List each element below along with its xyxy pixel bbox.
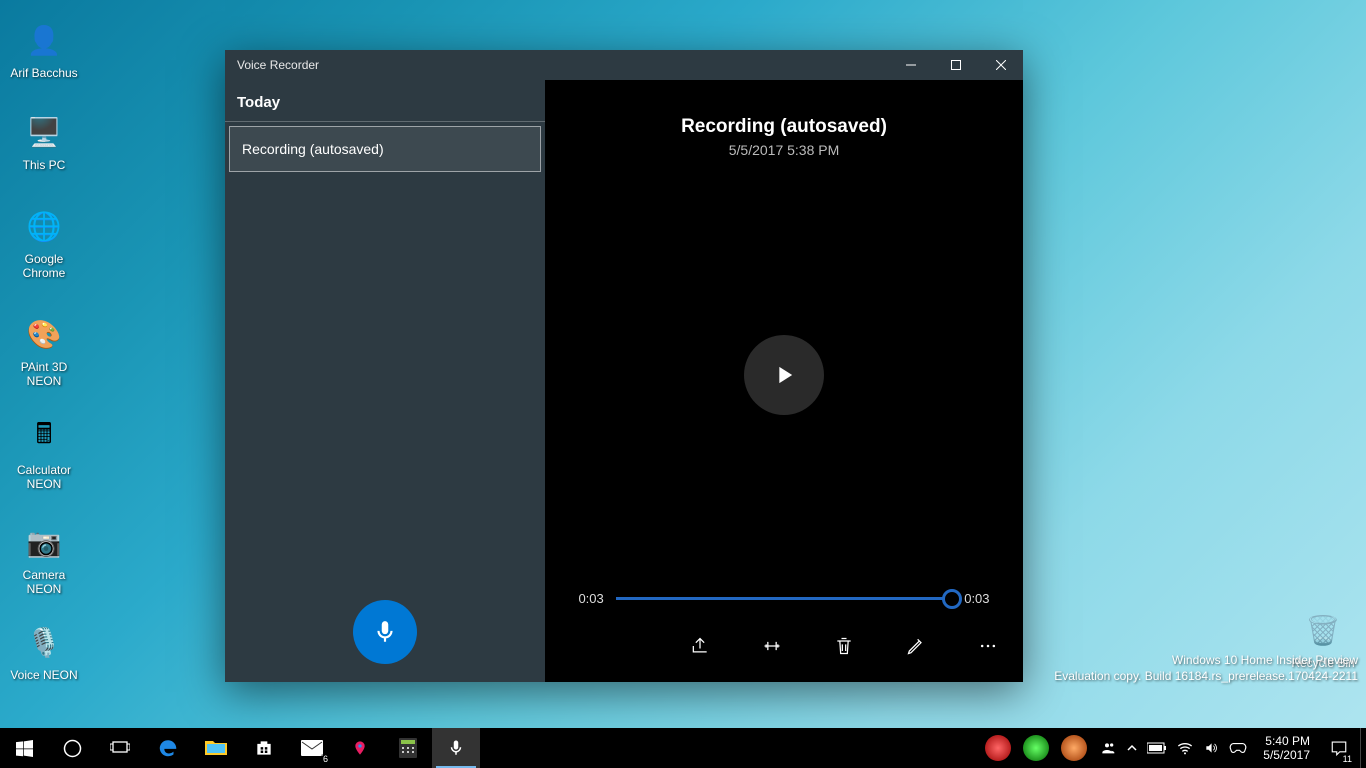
desktop-icon-camera-neon[interactable]: 📷 Camera NEON <box>6 520 82 596</box>
time-current: 0:03 <box>578 591 603 606</box>
voice-recorder-window: Voice Recorder Today Recording (autosave… <box>225 50 1023 682</box>
window-controls <box>888 50 1023 80</box>
seek-track[interactable] <box>616 597 952 600</box>
battery-icon <box>1147 742 1167 754</box>
recycle-bin-icon: 🗑️ <box>1301 608 1345 652</box>
action-center-badge: 11 <box>1341 754 1354 764</box>
voice-neon-icon: 🎙️ <box>22 620 66 664</box>
play-button[interactable] <box>744 335 824 415</box>
taskbar-store[interactable] <box>240 728 288 768</box>
minimize-button[interactable] <box>888 50 933 80</box>
people-contact-1[interactable] <box>985 735 1011 761</box>
people-contact-3[interactable] <box>1061 735 1087 761</box>
window-titlebar[interactable]: Voice Recorder <box>225 50 1023 80</box>
share-button[interactable] <box>684 630 716 662</box>
tray-wifi[interactable] <box>1177 741 1193 755</box>
desktop-icon-label: Google Chrome <box>6 252 82 280</box>
camera-neon-icon: 📷 <box>22 520 66 564</box>
start-button[interactable] <box>0 728 48 768</box>
volume-icon <box>1203 741 1219 755</box>
paint-3d-neon-icon: 🎨 <box>22 312 66 356</box>
desktop-icon-label: Voice NEON <box>6 668 82 682</box>
microphone-icon <box>447 739 465 757</box>
desktop-icon-label: PAint 3D NEON <box>6 360 82 388</box>
close-button[interactable] <box>978 50 1023 80</box>
desktop-icon-label: Calculator NEON <box>6 463 82 491</box>
taskbar-edge[interactable] <box>144 728 192 768</box>
mail-badge: 6 <box>321 754 330 764</box>
user-folder-icon: 👤 <box>22 18 66 62</box>
recording-item[interactable]: Recording (autosaved) <box>229 126 541 172</box>
gamebar-icon <box>1229 741 1247 755</box>
cortana-icon <box>63 739 82 758</box>
taskbar-maps[interactable] <box>336 728 384 768</box>
delete-button[interactable] <box>828 630 860 662</box>
ellipsis-icon <box>978 636 998 656</box>
seek-thumb[interactable] <box>942 589 962 609</box>
desktop-icon-user-folder[interactable]: 👤 Arif Bacchus <box>6 18 82 80</box>
cortana-button[interactable] <box>48 728 96 768</box>
desktop-icon-label: This PC <box>6 158 82 172</box>
store-icon <box>254 738 274 758</box>
record-button[interactable] <box>353 600 417 664</box>
taskbar-calculator[interactable] <box>384 728 432 768</box>
taskbar-clock[interactable]: 5:40 PM 5/5/2017 <box>1255 734 1318 762</box>
window-title: Voice Recorder <box>237 58 319 72</box>
seek-slider[interactable]: 0:03 0:03 <box>578 591 989 606</box>
windows-watermark: Windows 10 Home Insider Preview Evaluati… <box>1054 652 1358 684</box>
recording-title: Recording (autosaved) <box>681 116 887 138</box>
play-icon <box>770 361 798 389</box>
people-contact-2[interactable] <box>1023 735 1049 761</box>
google-chrome-icon: 🌐 <box>22 204 66 248</box>
tray-chevron[interactable] <box>1127 743 1137 753</box>
folder-icon <box>205 739 227 757</box>
trim-button[interactable] <box>756 630 788 662</box>
mail-icon <box>301 740 323 756</box>
calculator-icon <box>399 738 417 758</box>
tray-volume[interactable] <box>1203 741 1219 755</box>
pencil-icon <box>906 636 926 656</box>
this-pc-icon: 🖥️ <box>22 110 66 154</box>
time-total: 0:03 <box>964 591 989 606</box>
wifi-icon <box>1177 741 1193 755</box>
player-panel: Recording (autosaved) 5/5/2017 5:38 PM 0… <box>545 80 1023 682</box>
desktop-icon-label: Camera NEON <box>6 568 82 596</box>
microphone-icon <box>372 619 398 645</box>
windows-icon <box>16 740 33 757</box>
taskbar-mail[interactable]: 6 <box>288 728 336 768</box>
taskbar: 6 5:40 PM 5/5/2017 11 <box>0 728 1366 768</box>
player-toolbar <box>545 630 1023 662</box>
people-button[interactable] <box>1101 740 1117 756</box>
trim-icon <box>762 636 782 656</box>
show-desktop-button[interactable] <box>1360 728 1366 768</box>
taskbar-voice-recorder[interactable] <box>432 728 480 768</box>
desktop-icon-calculator-neon[interactable]: 🖩 Calculator NEON <box>6 415 82 491</box>
task-view-button[interactable] <box>96 728 144 768</box>
trash-icon <box>834 636 854 656</box>
desktop-icon-this-pc[interactable]: 🖥️ This PC <box>6 110 82 172</box>
recording-date: 5/5/2017 5:38 PM <box>729 142 840 158</box>
desktop-icon-google-chrome[interactable]: 🌐 Google Chrome <box>6 204 82 280</box>
tray-battery[interactable] <box>1147 742 1167 754</box>
taskbar-explorer[interactable] <box>192 728 240 768</box>
people-icon <box>1101 740 1117 756</box>
maximize-button[interactable] <box>933 50 978 80</box>
chevron-up-icon <box>1127 743 1137 753</box>
pin-icon <box>352 737 368 759</box>
desktop-icon-voice-neon[interactable]: 🎙️ Voice NEON <box>6 620 82 682</box>
desktop: 🗑️Recycle Bin🎙️Voice NEON📷Camera NEON🖩Ca… <box>0 0 1366 728</box>
share-icon <box>690 636 710 656</box>
tray-gamebar[interactable] <box>1229 741 1247 755</box>
desktop-icon-paint-3d-neon[interactable]: 🎨 PAint 3D NEON <box>6 312 82 388</box>
action-center-button[interactable]: 11 <box>1318 728 1360 768</box>
rename-button[interactable] <box>900 630 932 662</box>
calculator-neon-icon: 🖩 <box>22 415 66 459</box>
sidebar-section-today: Today <box>225 80 545 122</box>
desktop-icon-label: Arif Bacchus <box>6 66 82 80</box>
recordings-sidebar: Today Recording (autosaved) <box>225 80 545 682</box>
edge-icon <box>157 737 179 759</box>
more-button[interactable] <box>972 630 1004 662</box>
task-view-icon <box>110 740 130 756</box>
